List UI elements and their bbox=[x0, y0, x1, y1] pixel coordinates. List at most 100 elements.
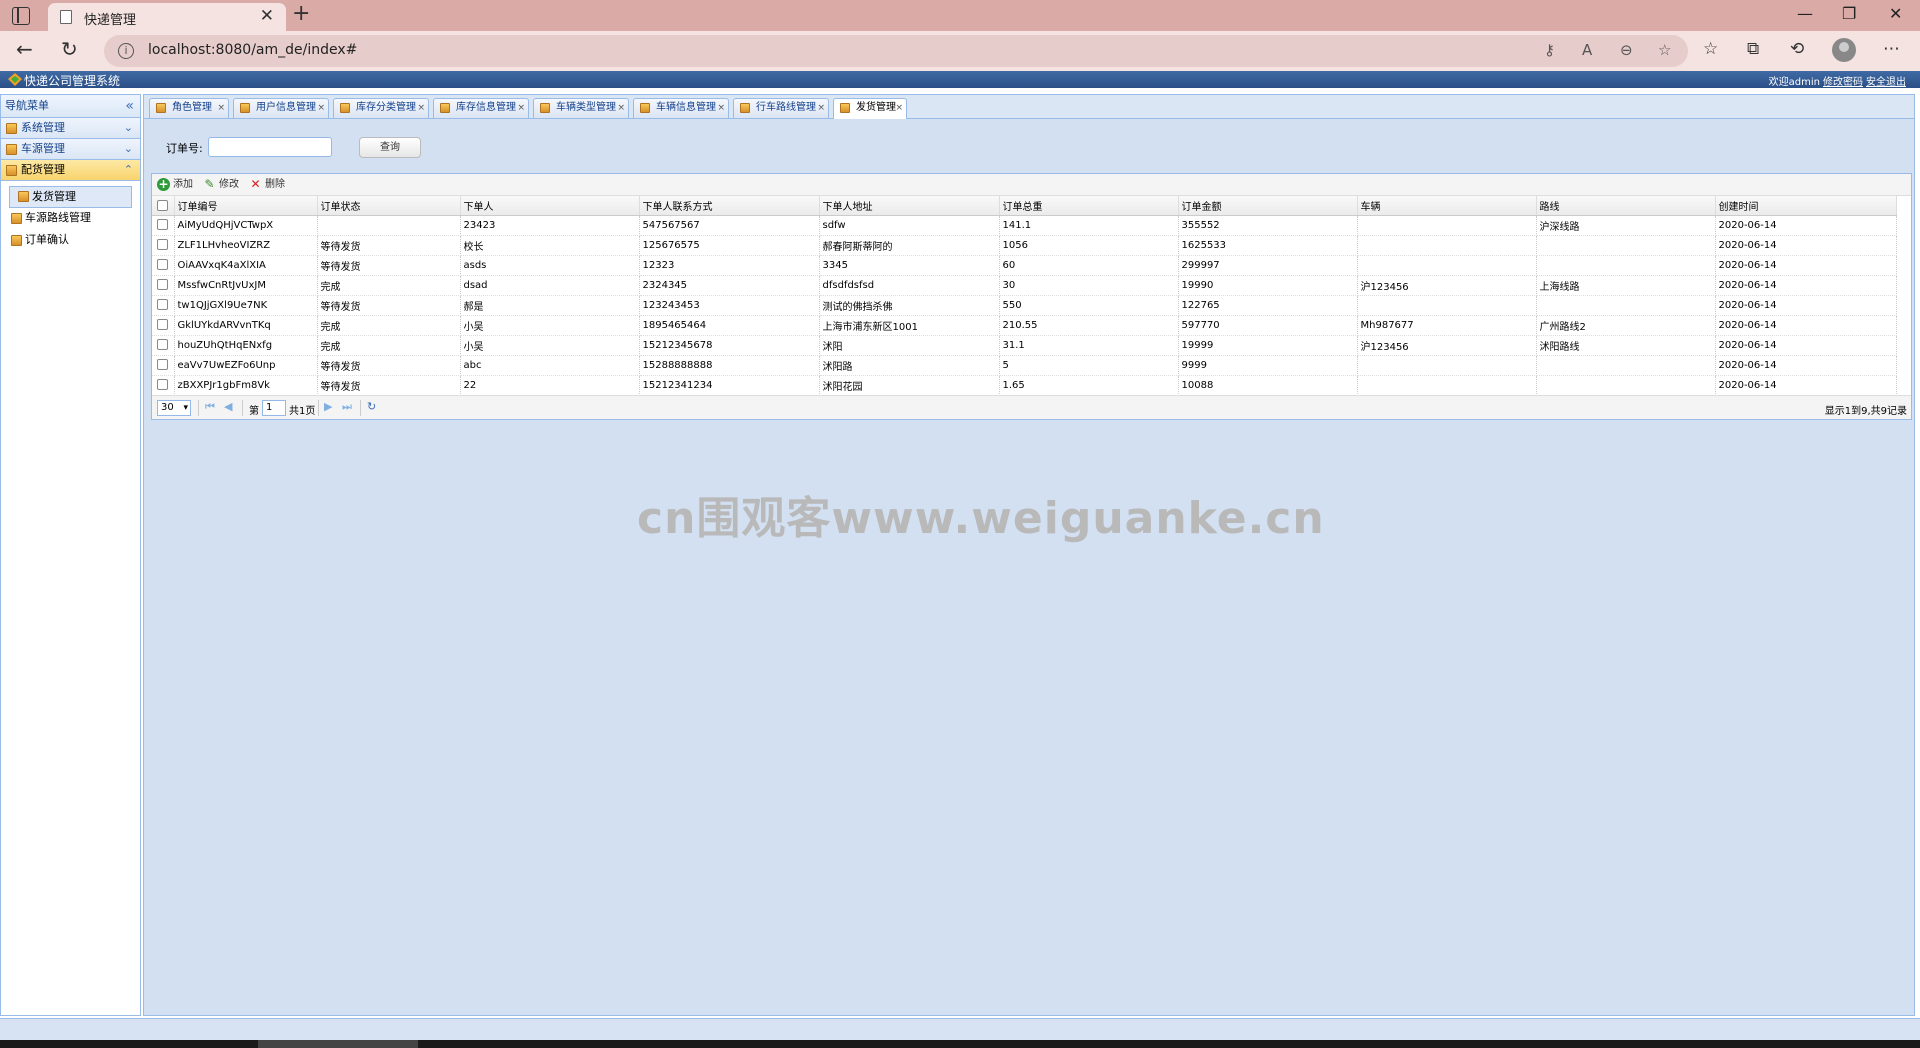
table-row[interactable]: AiMyUdQHjVCTwpX 23423 547567567 sdfw 141.1 35… bbox=[152, 215, 1897, 236]
collections-icon[interactable]: ⧉ bbox=[1747, 39, 1759, 59]
column-header[interactable]: 创建时间 bbox=[1715, 196, 1897, 216]
zoom-out-icon[interactable]: ⊖ bbox=[1620, 41, 1633, 59]
page-size-select[interactable]: 30 bbox=[157, 400, 191, 416]
column-header[interactable]: 订单金额 bbox=[1178, 196, 1358, 216]
new-tab-icon[interactable]: + bbox=[292, 1, 310, 26]
table-row[interactable]: zBXXPJr1gbFm8Vk 等待发货 22 15212341234 沭阳花园 1.65… bbox=[152, 375, 1897, 396]
table-row[interactable]: tw1QJjGXl9Ue7NK 等待发货 郝是 123243453 测试的佛挡杀佛 550… bbox=[152, 295, 1897, 316]
close-tab-icon[interactable]: × bbox=[217, 99, 225, 117]
prev-page-icon[interactable]: ◀ bbox=[224, 400, 232, 413]
add-favorite-icon[interactable]: ☆ bbox=[1658, 41, 1671, 59]
back-icon[interactable]: ← bbox=[16, 37, 33, 61]
row-select-cell[interactable] bbox=[152, 295, 175, 316]
row-checkbox[interactable] bbox=[157, 379, 169, 391]
table-row[interactable]: eaVv7UwEZFo6Unp 等待发货 abc 15288888888 沭阳路 5 999… bbox=[152, 355, 1897, 376]
row-select-cell[interactable] bbox=[152, 335, 175, 356]
browser-tab[interactable]: 快递管理 ✕ bbox=[48, 3, 286, 31]
table-row[interactable]: OiAAVxqK4aXlXIA 等待发货 asds 12323 3345 60 299997… bbox=[152, 255, 1897, 276]
close-tab-icon[interactable]: × bbox=[417, 99, 425, 117]
close-tab-icon[interactable]: × bbox=[717, 99, 725, 117]
select-all-checkbox[interactable] bbox=[157, 199, 169, 211]
tab-shipping[interactable]: 发货管理 × bbox=[833, 98, 907, 119]
page-number-input[interactable]: 1 bbox=[262, 400, 286, 416]
row-select-cell[interactable] bbox=[152, 275, 175, 296]
site-info-icon[interactable]: i bbox=[118, 43, 134, 59]
refresh-icon[interactable]: ↻ bbox=[61, 37, 78, 61]
close-tab-icon[interactable]: × bbox=[617, 99, 625, 117]
row-select-cell[interactable] bbox=[152, 255, 175, 276]
more-icon[interactable]: ⋯ bbox=[1883, 39, 1900, 59]
reload-icon[interactable]: ↻ bbox=[367, 400, 376, 413]
row-checkbox[interactable] bbox=[157, 279, 169, 291]
section-vehicle-source[interactable]: 车源管理 ⌄ bbox=[1, 139, 140, 160]
table-row[interactable]: houZUhQtHqENxfg 完成 小吴 15212345678 沭阳 31.1 1999… bbox=[152, 335, 1897, 356]
key-icon[interactable]: ⚷ bbox=[1544, 41, 1555, 59]
tab-vehicle-info[interactable]: 车辆信息管理 × bbox=[633, 98, 729, 118]
taskbar-active-app[interactable] bbox=[258, 1040, 418, 1048]
row-checkbox[interactable] bbox=[157, 339, 169, 351]
row-select-cell[interactable] bbox=[152, 235, 175, 256]
read-aloud-icon[interactable]: A bbox=[1582, 41, 1592, 59]
column-header[interactable]: 下单人 bbox=[460, 196, 640, 216]
minimize-icon[interactable]: — bbox=[1797, 4, 1813, 23]
row-select-cell[interactable] bbox=[152, 355, 175, 376]
logout-link[interactable]: 安全退出 bbox=[1866, 77, 1906, 88]
column-header[interactable]: 订单编号 bbox=[174, 196, 318, 216]
expand-icon[interactable]: ⌄ bbox=[124, 118, 133, 138]
collapse-icon[interactable]: ⌃ bbox=[124, 160, 133, 180]
close-window-icon[interactable]: ✕ bbox=[1889, 4, 1902, 23]
tab-driving-route[interactable]: 行车路线管理 × bbox=[733, 98, 829, 118]
section-system[interactable]: 系统管理 ⌄ bbox=[1, 118, 140, 139]
column-header[interactable]: 下单人联系方式 bbox=[639, 196, 820, 216]
order-number-input[interactable] bbox=[208, 137, 332, 157]
tab-stock-category[interactable]: 库存分类管理 × bbox=[333, 98, 429, 118]
close-tab-icon[interactable]: × bbox=[517, 99, 525, 117]
row-select-cell[interactable] bbox=[152, 375, 175, 396]
row-checkbox[interactable] bbox=[157, 319, 169, 331]
section-distribution[interactable]: 配货管理 ⌃ bbox=[1, 160, 140, 181]
tab-user-info[interactable]: 用户信息管理 × bbox=[233, 98, 329, 118]
query-button[interactable]: 查询 bbox=[359, 137, 421, 158]
change-password-link[interactable]: 修改密码 bbox=[1823, 77, 1863, 88]
expand-icon[interactable]: ⌄ bbox=[124, 139, 133, 159]
column-header[interactable]: 下单人地址 bbox=[819, 196, 1000, 216]
sidebar-item-route[interactable]: 车源路线管理 bbox=[1, 208, 140, 230]
table-row[interactable]: ZLF1LHvheoVIZRZ 等待发货 校长 125676575 郝春阿斯蒂阿的 105… bbox=[152, 235, 1897, 256]
sidebar-item-shipping[interactable]: 发货管理 bbox=[9, 186, 132, 208]
column-header[interactable]: 订单状态 bbox=[317, 196, 461, 216]
collapse-sidebar-icon[interactable]: « bbox=[125, 95, 134, 117]
address-bar[interactable]: i localhost:8080/am_de/index# ⚷ A ⊖ ☆ bbox=[104, 35, 1688, 67]
close-tab-icon[interactable]: ✕ bbox=[260, 6, 274, 26]
close-tab-icon[interactable]: × bbox=[895, 99, 903, 117]
history-icon[interactable]: ⟲ bbox=[1790, 39, 1804, 59]
row-checkbox[interactable] bbox=[157, 239, 169, 251]
last-page-icon[interactable]: ⏭ bbox=[342, 400, 352, 414]
row-checkbox[interactable] bbox=[157, 259, 169, 271]
edit-button[interactable]: ✎ 修改 bbox=[203, 177, 239, 193]
table-row[interactable]: MssfwCnRtJvUxJM 完成 dsad 2324345 dfsdfdsfsd 30… bbox=[152, 275, 1897, 296]
column-header[interactable]: 路线 bbox=[1536, 196, 1716, 216]
table-row[interactable]: GklUYkdARVvnTKq 完成 小吴 1895465464 上海市浦东新区1001… bbox=[152, 315, 1897, 336]
column-header[interactable]: 订单总重 bbox=[999, 196, 1179, 216]
column-header[interactable]: 车辆 bbox=[1357, 196, 1537, 216]
sidebar-item-order-confirm[interactable]: 订单确认 bbox=[1, 230, 140, 252]
tab-actions-icon[interactable] bbox=[12, 7, 30, 25]
first-page-icon[interactable]: ⏮ bbox=[205, 400, 215, 414]
profile-avatar[interactable] bbox=[1832, 38, 1856, 62]
close-tab-icon[interactable]: × bbox=[817, 99, 825, 117]
restore-icon[interactable]: ❐ bbox=[1842, 4, 1856, 23]
tab-vehicle-type[interactable]: 车辆类型管理 × bbox=[533, 98, 629, 118]
select-all-cell[interactable] bbox=[152, 196, 175, 216]
row-checkbox[interactable] bbox=[157, 219, 169, 231]
next-page-icon[interactable]: ▶ bbox=[324, 400, 332, 413]
add-button[interactable]: + 添加 bbox=[157, 177, 193, 193]
tab-role[interactable]: 角色管理 × bbox=[149, 98, 229, 118]
favorites-icon[interactable]: ☆ bbox=[1703, 39, 1718, 59]
tab-stock-info[interactable]: 库存信息管理 × bbox=[433, 98, 529, 118]
delete-button[interactable]: ✕ 删除 bbox=[249, 177, 285, 193]
row-checkbox[interactable] bbox=[157, 359, 169, 371]
row-select-cell[interactable] bbox=[152, 315, 175, 336]
row-checkbox[interactable] bbox=[157, 299, 169, 311]
row-select-cell[interactable] bbox=[152, 215, 175, 236]
close-tab-icon[interactable]: × bbox=[317, 99, 325, 117]
